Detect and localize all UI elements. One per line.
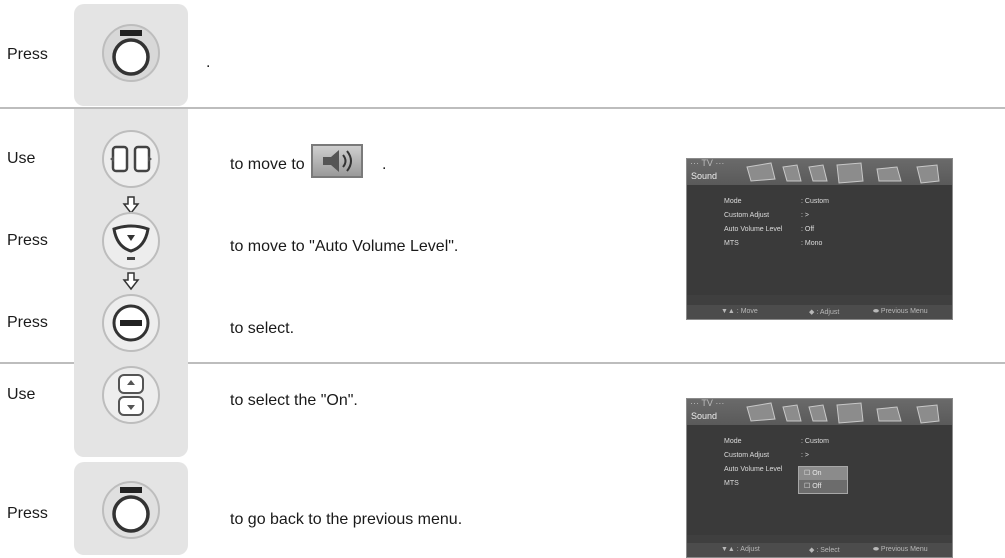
menu-button-icon [102, 24, 160, 82]
osd-footer: ▼▲ : Adjust ◆ : Select ⬬ Previous Menu [687, 543, 952, 557]
enter-button-icon [102, 294, 160, 352]
osd-footer-adjust: ◆ : Adjust [809, 309, 840, 316]
down-button-icon [102, 212, 160, 270]
down-arrow-icon-2 [122, 272, 140, 291]
osd-row-label: Mode [724, 198, 742, 205]
step-press-4: Press [7, 505, 48, 522]
osd-body: Mode : Custom Custom Adjust : > Auto Vol… [687, 185, 952, 295]
step-press-2: Press [7, 232, 48, 249]
desc-move-to-auto-volume: to move to "Auto Volume Level". [230, 238, 459, 255]
step-use-2: Use [7, 386, 36, 403]
osd-row-label: Mode [724, 438, 742, 445]
osd-row-value: : Custom [801, 198, 830, 205]
osd-row-value: : Custom [801, 438, 830, 445]
osd-screenshot-1: ··· TV ··· Sound Mode : Custom Custom Ad… [686, 158, 953, 320]
osd-option-off: ☐ Off [804, 483, 822, 490]
osd-option-on: ☐ On [799, 467, 847, 480]
desc-move-to-sound: to move to [230, 156, 305, 173]
osd-row-label: MTS [724, 480, 739, 487]
osd-footer-previous: ⬬ Previous Menu [873, 546, 928, 553]
osd-footer-adjust: ▼▲ : Adjust [721, 546, 760, 553]
osd-row-label: Custom Adjust [724, 452, 770, 459]
step-use-1: Use [7, 150, 36, 167]
osd-row-value: : Mono [801, 240, 823, 247]
osd-row-label: Auto Volume Level [724, 226, 783, 233]
menu-button-icon-2 [102, 481, 160, 539]
osd-row-label: MTS [724, 240, 739, 247]
osd-footer-previous: ⬬ Previous Menu [873, 308, 928, 315]
step-press-3: Press [7, 314, 48, 331]
osd-title: Sound [691, 171, 718, 181]
desc-go-back: to go back to the previous menu. [230, 511, 463, 528]
osd-tv-label: ··· TV ··· [690, 398, 725, 408]
osd-menu-icons [746, 162, 940, 184]
osd-option-popup: ☐ On ☐ Off [798, 466, 848, 494]
osd-row-value: : Off [801, 226, 815, 233]
osd-menu-icons [746, 402, 940, 424]
left-right-button-icon [102, 130, 160, 188]
osd-row-label: Custom Adjust [724, 212, 770, 219]
sentence-end: . [206, 54, 211, 71]
step-press-1: Press [7, 46, 48, 63]
osd-row-value: : > [801, 212, 809, 219]
desc-to-select: to select. [230, 320, 295, 337]
osd-tv-label: ··· TV ··· [690, 158, 725, 168]
osd-screenshot-2: ··· TV ··· Sound Mode : Custom Custom Ad… [686, 398, 953, 558]
osd-footer-select: ◆ : Select [809, 547, 840, 554]
osd-footer: ▼▲ : Move ◆ : Adjust ⬬ Previous Menu [687, 305, 952, 319]
osd-title: Sound [691, 411, 718, 421]
desc-select-on: to select the "On". [230, 392, 358, 409]
sentence-end-2: . [382, 156, 387, 173]
up-down-button-icon [102, 366, 160, 424]
osd-row-value: : > [801, 452, 809, 459]
osd-row-label: Auto Volume Level [724, 466, 783, 473]
osd-footer-move: ▼▲ : Move [721, 308, 758, 315]
sound-menu-icon [311, 144, 363, 178]
